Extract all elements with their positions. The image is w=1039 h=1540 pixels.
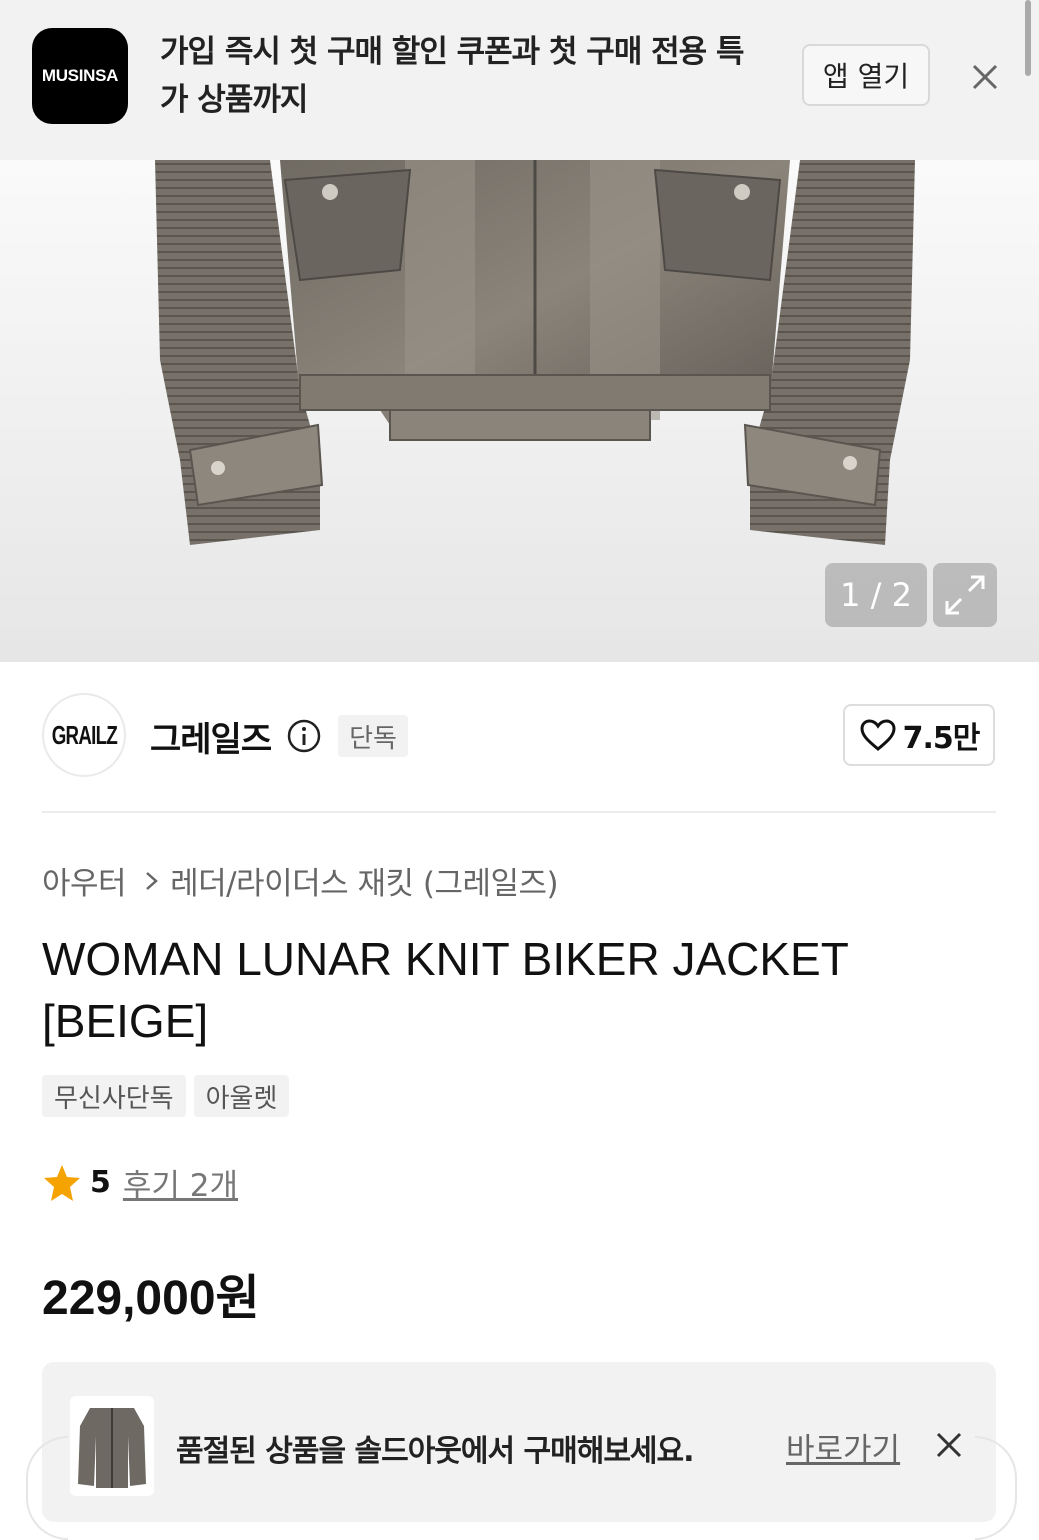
tag-outlet: 아울렛 [193,1075,290,1117]
bottom-floating-left-edge [26,1436,68,1540]
product-tags: 무신사단독 아울렛 [42,1075,290,1117]
tag-musinsa-exclusive: 무신사단독 [42,1075,186,1117]
app-install-banner: MUSINSA 가입 즉시 첫 구매 할인 쿠폰과 첫 구매 전용 특가 상품까… [0,0,1039,160]
open-app-button[interactable]: 앱 열기 [802,44,930,106]
expand-image-button[interactable] [933,563,997,627]
expand-icon [945,575,985,615]
product-rating: 5 후기 2개 [42,1160,238,1205]
product-image [155,160,915,545]
page-scrollbar[interactable] [1025,0,1031,76]
brand-logo[interactable]: GRAILZ [42,693,126,777]
product-title: WOMAN LUNAR KNIT BIKER JACKET [BEIGE] [42,933,848,1047]
app-banner-message: 가입 즉시 첫 구매 할인 쿠폰과 첫 구매 전용 특가 상품까지 [160,34,745,118]
product-thumbnail [70,1396,154,1496]
product-image-gallery[interactable]: 1 / 2 [0,160,1039,662]
chevron-right-icon [146,871,158,890]
section-divider [42,811,996,813]
rating-score: 5 [90,1165,111,1200]
soldout-promo-banner: 품절된 상품을 솔드아웃에서 구매해보세요. 바로가기 [42,1362,996,1522]
heart-icon [860,719,896,751]
soldout-message: 품절된 상품을 솔드아웃에서 구매해보세요. [176,1434,695,1469]
review-count-link[interactable]: 후기 2개 [123,1160,238,1205]
close-icon[interactable] [966,58,1004,96]
like-button[interactable]: 7.5만 [843,704,995,766]
product-price: 229,000원 [42,1272,260,1325]
breadcrumb: 아우터 레더/라이더스 재킷 (그레일즈) [42,858,559,903]
jacket-thumbnail-image [78,1408,146,1488]
info-icon[interactable] [286,718,322,754]
exclusive-badge: 단독 [338,715,408,757]
brand-name-link[interactable]: 그레일즈 [150,712,272,761]
musinsa-app-logo[interactable]: MUSINSA [32,28,128,124]
bottom-floating-right-edge [975,1436,1017,1540]
gallery-page-indicator: 1 / 2 [825,563,927,627]
go-to-soldout-link[interactable]: 바로가기 [786,1424,900,1469]
close-icon[interactable] [934,1430,964,1460]
breadcrumb-category[interactable]: 아우터 [42,858,127,903]
star-icon [44,1164,80,1201]
breadcrumb-subcategory[interactable]: 레더/라이더스 재킷 (그레일즈) [170,858,559,903]
like-count: 7.5만 [902,721,981,756]
